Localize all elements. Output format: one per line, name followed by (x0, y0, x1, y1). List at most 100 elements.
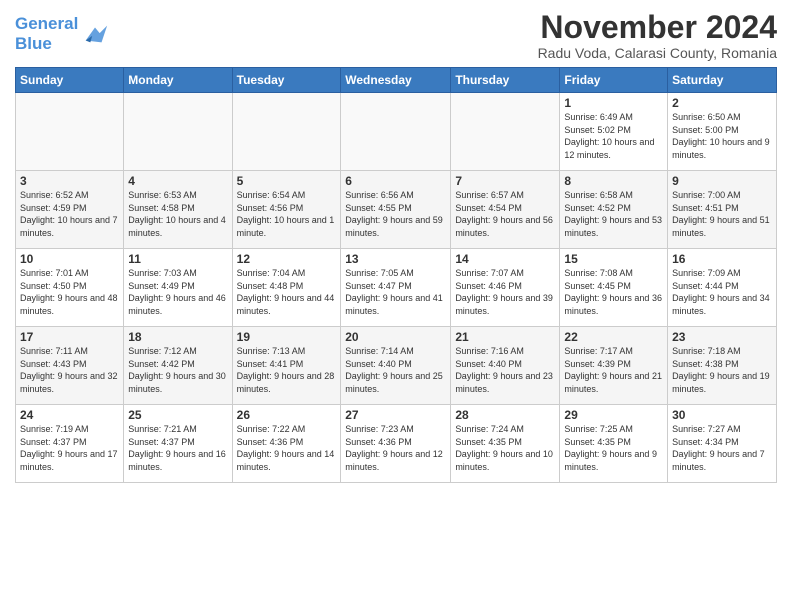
day-info: Sunrise: 6:49 AMSunset: 5:02 PMDaylight:… (564, 111, 663, 161)
day-info: Sunrise: 6:57 AMSunset: 4:54 PMDaylight:… (455, 189, 555, 239)
day-info: Sunrise: 7:07 AMSunset: 4:46 PMDaylight:… (455, 267, 555, 317)
calendar-cell: 29Sunrise: 7:25 AMSunset: 4:35 PMDayligh… (560, 405, 668, 483)
calendar-row-4: 24Sunrise: 7:19 AMSunset: 4:37 PMDayligh… (16, 405, 777, 483)
calendar-table: SundayMondayTuesdayWednesdayThursdayFrid… (15, 67, 777, 483)
day-number: 4 (128, 174, 227, 188)
calendar-header-wednesday: Wednesday (341, 68, 451, 93)
day-number: 9 (672, 174, 772, 188)
logo-line2: Blue (15, 34, 78, 54)
title-block: November 2024 Radu Voda, Calarasi County… (538, 10, 777, 61)
day-info: Sunrise: 7:24 AMSunset: 4:35 PMDaylight:… (455, 423, 555, 473)
calendar-cell: 23Sunrise: 7:18 AMSunset: 4:38 PMDayligh… (668, 327, 777, 405)
calendar-cell: 1Sunrise: 6:49 AMSunset: 5:02 PMDaylight… (560, 93, 668, 171)
calendar-cell: 25Sunrise: 7:21 AMSunset: 4:37 PMDayligh… (124, 405, 232, 483)
day-info: Sunrise: 7:18 AMSunset: 4:38 PMDaylight:… (672, 345, 772, 395)
day-number: 12 (237, 252, 337, 266)
day-number: 26 (237, 408, 337, 422)
calendar-header-sunday: Sunday (16, 68, 124, 93)
day-number: 1 (564, 96, 663, 110)
location: Radu Voda, Calarasi County, Romania (538, 45, 777, 61)
calendar-cell: 3Sunrise: 6:52 AMSunset: 4:59 PMDaylight… (16, 171, 124, 249)
day-number: 18 (128, 330, 227, 344)
day-info: Sunrise: 7:13 AMSunset: 4:41 PMDaylight:… (237, 345, 337, 395)
calendar-cell: 21Sunrise: 7:16 AMSunset: 4:40 PMDayligh… (451, 327, 560, 405)
calendar-cell: 10Sunrise: 7:01 AMSunset: 4:50 PMDayligh… (16, 249, 124, 327)
day-info: Sunrise: 7:21 AMSunset: 4:37 PMDaylight:… (128, 423, 227, 473)
day-number: 23 (672, 330, 772, 344)
calendar-header-monday: Monday (124, 68, 232, 93)
day-number: 24 (20, 408, 119, 422)
logo: General Blue (15, 14, 109, 53)
calendar-cell: 26Sunrise: 7:22 AMSunset: 4:36 PMDayligh… (232, 405, 341, 483)
day-info: Sunrise: 7:23 AMSunset: 4:36 PMDaylight:… (345, 423, 446, 473)
day-number: 3 (20, 174, 119, 188)
calendar-header-thursday: Thursday (451, 68, 560, 93)
calendar-row-2: 10Sunrise: 7:01 AMSunset: 4:50 PMDayligh… (16, 249, 777, 327)
day-info: Sunrise: 7:01 AMSunset: 4:50 PMDaylight:… (20, 267, 119, 317)
calendar-cell: 6Sunrise: 6:56 AMSunset: 4:55 PMDaylight… (341, 171, 451, 249)
day-info: Sunrise: 7:14 AMSunset: 4:40 PMDaylight:… (345, 345, 446, 395)
day-info: Sunrise: 7:00 AMSunset: 4:51 PMDaylight:… (672, 189, 772, 239)
page-header: General Blue November 2024 Radu Voda, Ca… (15, 10, 777, 61)
calendar-header-friday: Friday (560, 68, 668, 93)
calendar-cell: 8Sunrise: 6:58 AMSunset: 4:52 PMDaylight… (560, 171, 668, 249)
day-info: Sunrise: 7:05 AMSunset: 4:47 PMDaylight:… (345, 267, 446, 317)
day-number: 27 (345, 408, 446, 422)
day-info: Sunrise: 7:04 AMSunset: 4:48 PMDaylight:… (237, 267, 337, 317)
day-info: Sunrise: 7:16 AMSunset: 4:40 PMDaylight:… (455, 345, 555, 395)
day-info: Sunrise: 7:25 AMSunset: 4:35 PMDaylight:… (564, 423, 663, 473)
day-number: 11 (128, 252, 227, 266)
day-number: 21 (455, 330, 555, 344)
calendar-body: 1Sunrise: 6:49 AMSunset: 5:02 PMDaylight… (16, 93, 777, 483)
day-info: Sunrise: 7:09 AMSunset: 4:44 PMDaylight:… (672, 267, 772, 317)
day-number: 5 (237, 174, 337, 188)
day-number: 25 (128, 408, 227, 422)
day-number: 16 (672, 252, 772, 266)
day-info: Sunrise: 7:22 AMSunset: 4:36 PMDaylight:… (237, 423, 337, 473)
day-number: 20 (345, 330, 446, 344)
calendar-cell: 4Sunrise: 6:53 AMSunset: 4:58 PMDaylight… (124, 171, 232, 249)
day-info: Sunrise: 7:17 AMSunset: 4:39 PMDaylight:… (564, 345, 663, 395)
day-number: 19 (237, 330, 337, 344)
day-number: 10 (20, 252, 119, 266)
calendar-cell: 17Sunrise: 7:11 AMSunset: 4:43 PMDayligh… (16, 327, 124, 405)
calendar-row-3: 17Sunrise: 7:11 AMSunset: 4:43 PMDayligh… (16, 327, 777, 405)
calendar-cell: 16Sunrise: 7:09 AMSunset: 4:44 PMDayligh… (668, 249, 777, 327)
logo-bird-icon (81, 20, 109, 48)
calendar-cell: 28Sunrise: 7:24 AMSunset: 4:35 PMDayligh… (451, 405, 560, 483)
month-title: November 2024 (538, 10, 777, 45)
calendar-cell: 13Sunrise: 7:05 AMSunset: 4:47 PMDayligh… (341, 249, 451, 327)
calendar-cell: 11Sunrise: 7:03 AMSunset: 4:49 PMDayligh… (124, 249, 232, 327)
calendar-row-1: 3Sunrise: 6:52 AMSunset: 4:59 PMDaylight… (16, 171, 777, 249)
calendar-cell: 14Sunrise: 7:07 AMSunset: 4:46 PMDayligh… (451, 249, 560, 327)
day-number: 17 (20, 330, 119, 344)
calendar-cell: 24Sunrise: 7:19 AMSunset: 4:37 PMDayligh… (16, 405, 124, 483)
day-info: Sunrise: 7:19 AMSunset: 4:37 PMDaylight:… (20, 423, 119, 473)
calendar-cell: 15Sunrise: 7:08 AMSunset: 4:45 PMDayligh… (560, 249, 668, 327)
calendar-header-saturday: Saturday (668, 68, 777, 93)
calendar-cell (341, 93, 451, 171)
calendar-cell: 20Sunrise: 7:14 AMSunset: 4:40 PMDayligh… (341, 327, 451, 405)
day-number: 6 (345, 174, 446, 188)
day-info: Sunrise: 6:58 AMSunset: 4:52 PMDaylight:… (564, 189, 663, 239)
calendar-cell (451, 93, 560, 171)
day-info: Sunrise: 6:52 AMSunset: 4:59 PMDaylight:… (20, 189, 119, 239)
calendar-cell: 18Sunrise: 7:12 AMSunset: 4:42 PMDayligh… (124, 327, 232, 405)
day-number: 8 (564, 174, 663, 188)
day-info: Sunrise: 6:50 AMSunset: 5:00 PMDaylight:… (672, 111, 772, 161)
calendar-cell: 12Sunrise: 7:04 AMSunset: 4:48 PMDayligh… (232, 249, 341, 327)
calendar-cell: 2Sunrise: 6:50 AMSunset: 5:00 PMDaylight… (668, 93, 777, 171)
day-info: Sunrise: 7:27 AMSunset: 4:34 PMDaylight:… (672, 423, 772, 473)
calendar-header-row: SundayMondayTuesdayWednesdayThursdayFrid… (16, 68, 777, 93)
calendar-cell: 7Sunrise: 6:57 AMSunset: 4:54 PMDaylight… (451, 171, 560, 249)
calendar-header-tuesday: Tuesday (232, 68, 341, 93)
calendar-cell: 27Sunrise: 7:23 AMSunset: 4:36 PMDayligh… (341, 405, 451, 483)
day-number: 28 (455, 408, 555, 422)
calendar-cell (16, 93, 124, 171)
calendar-cell (232, 93, 341, 171)
calendar-row-0: 1Sunrise: 6:49 AMSunset: 5:02 PMDaylight… (16, 93, 777, 171)
day-number: 14 (455, 252, 555, 266)
calendar-cell: 9Sunrise: 7:00 AMSunset: 4:51 PMDaylight… (668, 171, 777, 249)
day-number: 13 (345, 252, 446, 266)
day-info: Sunrise: 7:11 AMSunset: 4:43 PMDaylight:… (20, 345, 119, 395)
